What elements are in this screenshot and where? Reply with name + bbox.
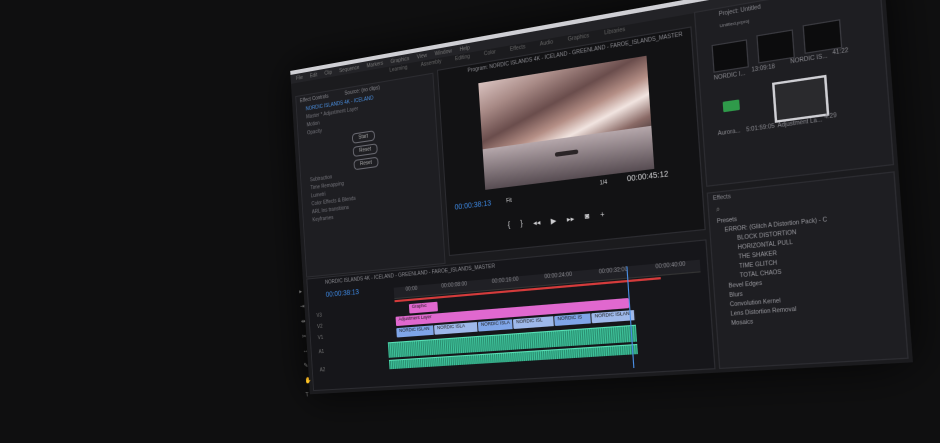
track-v1[interactable]: V1 [318, 335, 324, 341]
transport-controls: { } ◂◂ ▶ ▸▸ ◙ + [508, 211, 605, 230]
project-item-name: Aurora... [717, 127, 741, 138]
video-clip[interactable]: NORDIC ISLA [477, 319, 514, 332]
project-item-duration: 13:09:18 [751, 63, 776, 74]
video-clip[interactable]: NORDIC IS [554, 313, 592, 327]
ripple-edit-icon[interactable]: ⇹ [301, 318, 308, 325]
ruler-tick: 00:00:40:00 [655, 261, 686, 271]
project-item-duration: 4:29 [824, 112, 837, 122]
mark-out-icon[interactable]: } [520, 220, 523, 229]
type-tool-icon[interactable]: T [305, 392, 312, 398]
mark-in-icon[interactable]: { [508, 222, 511, 231]
effects-panel: Effects ⌕ Presets ERROR: (Glitch A Disto… [706, 171, 909, 370]
menu-edit[interactable]: Edit [310, 72, 318, 79]
project-item-duration: 41:22 [832, 47, 849, 57]
ruler-tick: 00:00:24:00 [544, 271, 573, 281]
program-timecode[interactable]: 00:00:38:13 [454, 200, 491, 212]
razor-tool-icon[interactable]: ✂ [302, 333, 309, 340]
menu-file[interactable]: File [296, 74, 303, 81]
track-v2[interactable]: V2 [317, 324, 323, 330]
video-clip[interactable]: NORDIC ISL [512, 316, 555, 330]
workspace-effects[interactable]: Effects [510, 44, 526, 53]
workspace-audio[interactable]: Audio [540, 39, 554, 48]
menu-view[interactable]: View [417, 52, 428, 60]
export-frame-icon[interactable]: ◙ [585, 213, 590, 222]
ruler-tick: 00:00 [405, 285, 418, 293]
graphic-clip[interactable]: Graphic [408, 301, 438, 314]
photo-stage: File Edit Clip Sequence Markers Graphics… [0, 0, 940, 443]
ruler-tick: 00:00:32:00 [598, 266, 628, 276]
ruler-tick: 00:00:08:00 [441, 281, 468, 290]
slip-tool-icon[interactable]: ↔ [303, 348, 310, 354]
menu-markers[interactable]: Markers [366, 60, 383, 69]
premiere-window: File Edit Clip Sequence Markers Graphics… [290, 0, 913, 399]
play-icon[interactable]: ▶ [550, 216, 557, 226]
menu-help[interactable]: Help [459, 44, 470, 52]
track-a1[interactable]: A1 [319, 349, 325, 355]
video-frame[interactable] [478, 55, 655, 190]
resolution-fraction[interactable]: 1/4 [600, 179, 608, 187]
timeline-timecode[interactable]: 00:00:38:13 [326, 289, 360, 299]
project-item-name: NORDIC IS... [789, 52, 828, 66]
pen-tool-icon[interactable]: ✎ [304, 362, 311, 369]
track-select-icon[interactable]: ⇥ [300, 303, 307, 310]
track-v3[interactable]: V3 [316, 313, 322, 319]
video-clip[interactable]: NORDIC ISLA [434, 321, 479, 335]
project-item-duration: 5:01:59:05 [745, 122, 775, 134]
hand-tool-icon[interactable]: ✋ [304, 377, 312, 384]
selection-tool-icon[interactable]: ▸ [299, 288, 306, 295]
program-duration: 00:00:45:12 [626, 170, 669, 184]
tools-column: ▸ ⇥ ⇹ ✂ ↔ ✎ ✋ T [299, 288, 312, 398]
project-item-thumb[interactable] [711, 39, 749, 73]
fit-dropdown[interactable]: Fit [506, 197, 512, 204]
audio-file-icon[interactable] [722, 99, 740, 113]
menu-window[interactable]: Window [435, 48, 453, 57]
track-a2[interactable]: A2 [320, 367, 326, 373]
workspace-editing[interactable]: Editing [455, 54, 470, 63]
menu-sequence[interactable]: Sequence [339, 64, 360, 74]
step-forward-icon[interactable]: ▸▸ [567, 214, 575, 225]
step-back-icon[interactable]: ◂◂ [533, 218, 541, 227]
video-clip[interactable]: NORDIC ISLAN [396, 325, 435, 338]
effect-controls-panel: Effect Controls Source: (no clips) NORDI… [295, 72, 446, 278]
workspace-color[interactable]: Color [484, 49, 496, 57]
ruler-tick: 00:00:16:00 [491, 276, 519, 286]
add-icon[interactable]: + [600, 211, 605, 220]
menu-graphics[interactable]: Graphics [390, 55, 409, 65]
menu-clip[interactable]: Clip [324, 69, 332, 76]
project-panel: Project: Untitled Untitled.prproj NORDIC… [693, 0, 895, 187]
program-monitor: Program: NORDIC ISLANDS 4K - ICELAND - G… [437, 26, 706, 257]
